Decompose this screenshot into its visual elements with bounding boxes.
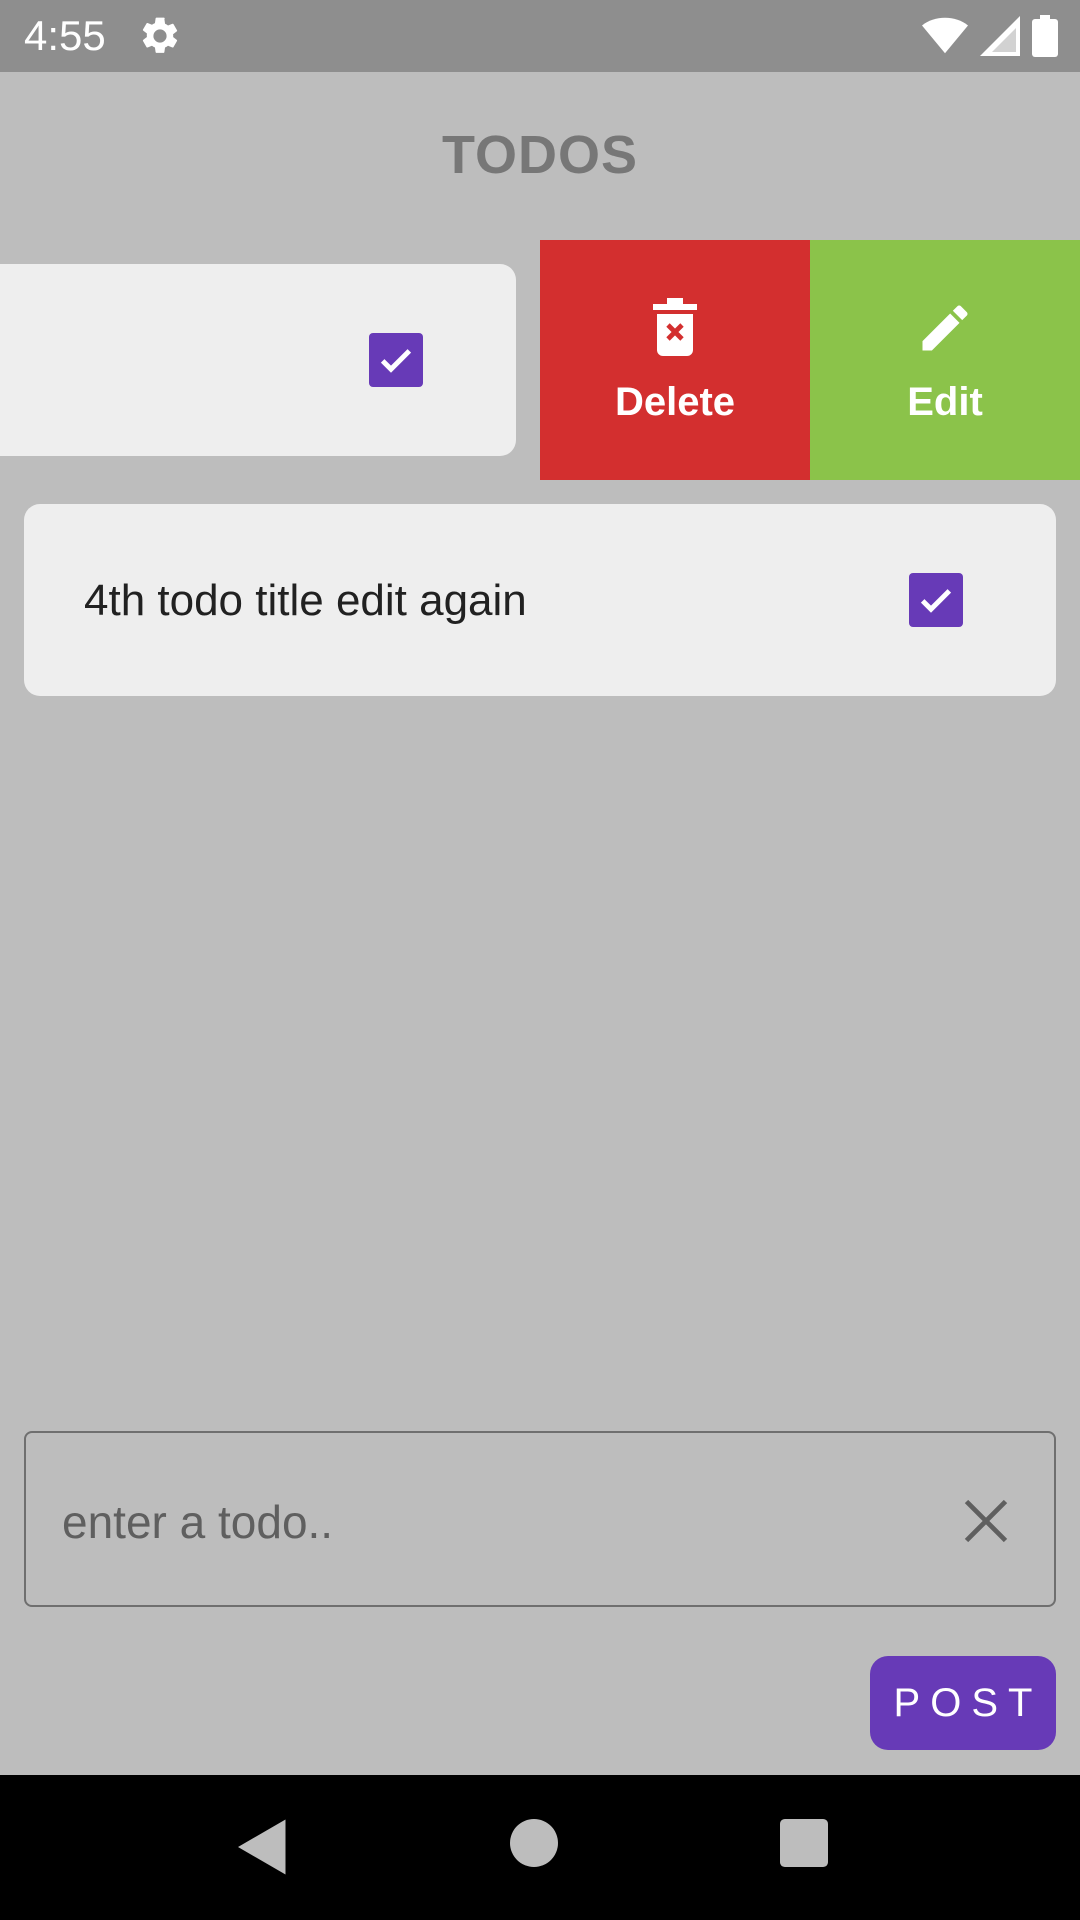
back-icon[interactable] bbox=[238, 1819, 298, 1879]
close-icon[interactable] bbox=[960, 1495, 1012, 1547]
trash-icon bbox=[653, 298, 697, 356]
todo-checkbox[interactable] bbox=[909, 573, 963, 627]
check-icon bbox=[380, 349, 412, 373]
edit-button[interactable]: Edit bbox=[810, 240, 1080, 480]
recents-icon[interactable] bbox=[780, 1819, 840, 1879]
todo-card[interactable] bbox=[0, 264, 516, 456]
wifi-icon bbox=[922, 16, 968, 56]
status-time: 4:55 bbox=[24, 12, 106, 59]
delete-button[interactable]: Delete bbox=[540, 240, 810, 480]
status-icons bbox=[922, 14, 1058, 58]
gear-icon bbox=[138, 14, 182, 58]
status-bar: 4:55 bbox=[0, 0, 1080, 72]
pencil-icon bbox=[922, 305, 968, 351]
page-title: TODOS bbox=[441, 125, 639, 185]
post-button[interactable]: POST bbox=[870, 1656, 1056, 1750]
todo-item[interactable]: 4th todo title edit again bbox=[24, 504, 1056, 696]
todo-input-field[interactable] bbox=[24, 1431, 1056, 1607]
check-icon bbox=[920, 589, 952, 613]
navigation-bar bbox=[0, 1775, 1080, 1920]
todo-item-swiped[interactable]: Delete Edit bbox=[0, 240, 1080, 480]
todo-input[interactable] bbox=[60, 1481, 904, 1563]
home-icon[interactable] bbox=[510, 1819, 570, 1879]
edit-label: Edit bbox=[907, 380, 983, 424]
todo-title: 4th todo title edit again bbox=[84, 576, 527, 625]
delete-label: Delete bbox=[614, 380, 736, 424]
signal-icon bbox=[980, 16, 1020, 56]
battery-icon bbox=[1032, 15, 1058, 57]
todo-checkbox[interactable] bbox=[369, 333, 423, 387]
